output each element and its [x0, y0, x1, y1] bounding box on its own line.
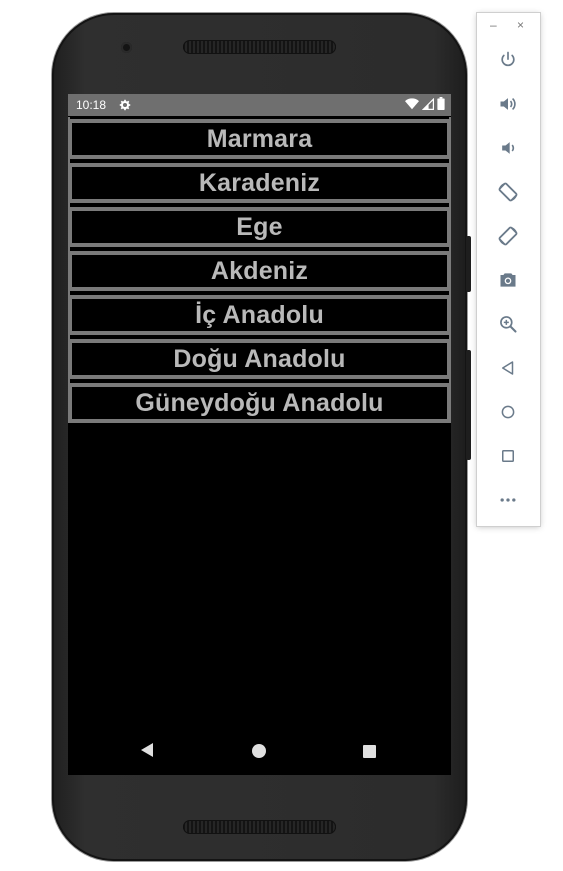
screenshot-icon[interactable] [496, 268, 520, 292]
home-icon[interactable] [252, 744, 266, 758]
device-screen: 10:18 Marmara Karadeniz Ege Akdeniz İç A… [68, 94, 451, 775]
volume-up-icon[interactable] [496, 92, 520, 116]
signal-icon [421, 97, 434, 113]
emulator-toolbar: – × [477, 13, 540, 526]
status-icons [405, 97, 445, 113]
back-icon[interactable] [496, 356, 520, 380]
zoom-icon[interactable] [496, 312, 520, 336]
region-list: Marmara Karadeniz Ege Akdeniz İç Anadolu… [68, 119, 451, 427]
rotate-left-icon[interactable] [496, 180, 520, 204]
region-button-ic-anadolu[interactable]: İç Anadolu [68, 295, 451, 335]
phone-volume-keys [466, 350, 471, 460]
status-time: 10:18 [76, 98, 107, 112]
region-button-guneydogu-anadolu[interactable]: Güneydoğu Anadolu [68, 383, 451, 423]
front-camera [121, 42, 132, 53]
window-controls: – × [477, 19, 540, 33]
rotate-right-icon[interactable] [496, 224, 520, 248]
recents-icon[interactable] [363, 745, 376, 758]
minimize-button[interactable]: – [490, 19, 497, 31]
wifi-icon [405, 97, 419, 113]
back-icon[interactable] [140, 742, 154, 763]
phone-power-key [466, 236, 471, 292]
volume-down-icon[interactable] [496, 136, 520, 160]
status-bar: 10:18 [68, 94, 451, 116]
more-icon[interactable] [496, 488, 520, 512]
power-icon[interactable] [496, 48, 520, 72]
navigation-bar [68, 727, 451, 775]
overview-icon[interactable] [496, 444, 520, 468]
region-button-akdeniz[interactable]: Akdeniz [68, 251, 451, 291]
region-button-karadeniz[interactable]: Karadeniz [68, 163, 451, 203]
region-button-marmara[interactable]: Marmara [68, 119, 451, 159]
region-button-dogu-anadolu[interactable]: Doğu Anadolu [68, 339, 451, 379]
bottom-speaker-grille [183, 820, 336, 834]
settings-icon [118, 98, 132, 112]
top-speaker-grille [183, 40, 336, 54]
close-button[interactable]: × [517, 19, 524, 31]
region-button-ege[interactable]: Ege [68, 207, 451, 247]
home-icon[interactable] [496, 400, 520, 424]
battery-icon [437, 97, 445, 113]
